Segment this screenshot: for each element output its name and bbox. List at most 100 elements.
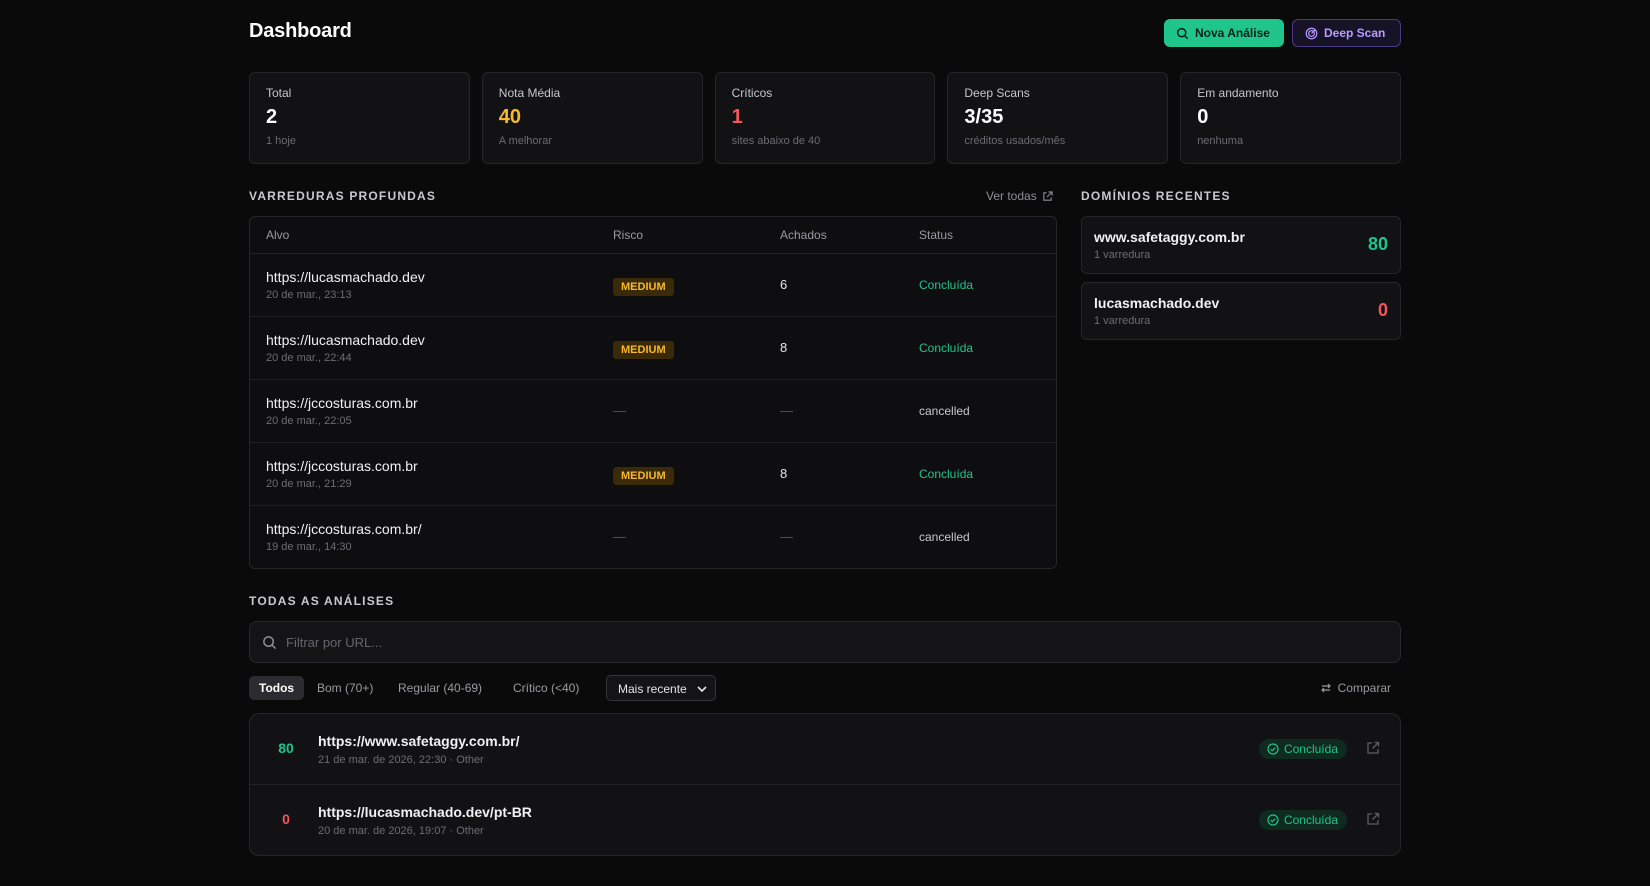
table-row[interactable]: https://jccosturas.com.br 20 de mar., 22… (250, 380, 1056, 443)
filter-chip-all[interactable]: Todos (249, 676, 305, 700)
stat-label: Em andamento (1197, 86, 1279, 100)
domain-name: www.safetaggy.com.br (1094, 229, 1245, 245)
findings-count: 8 (780, 466, 788, 481)
stat-value: 1 (731, 106, 743, 128)
stat-sub: 1 hoje (266, 135, 296, 147)
target-date: 20 de mar., 22:05 (266, 415, 352, 427)
target-cell: https://jccosturas.com.br 20 de mar., 22… (266, 395, 418, 427)
compare-button[interactable]: Comparar (1320, 681, 1391, 695)
analysis-url: https://lucasmachado.dev/pt-BR (318, 804, 532, 820)
list-item[interactable]: 0 https://lucasmachado.dev/pt-BR 20 de m… (250, 785, 1400, 855)
filter-bar: Todos Bom (70+) Regular (40-69) Crítico … (249, 675, 1401, 701)
table-row[interactable]: https://lucasmachado.dev 20 de mar., 22:… (250, 317, 1056, 380)
analysis-url: https://www.safetaggy.com.br/ (318, 733, 520, 749)
status-text: Concluída (919, 341, 974, 355)
filter-chip-regular[interactable]: Regular (40-69) (388, 676, 492, 700)
stat-value: 0 (1197, 106, 1209, 128)
findings-empty: — (780, 529, 793, 544)
chevron-down-icon (697, 686, 707, 693)
domain-name: lucasmachado.dev (1094, 295, 1220, 311)
sort-select[interactable]: Mais recente (606, 675, 716, 701)
analysis-meta: 21 de mar. de 2026, 22:30 · Other (318, 754, 484, 766)
target-cell: https://jccosturas.com.br/ 19 de mar., 1… (266, 521, 422, 553)
column-header-risco: Risco (613, 228, 644, 242)
table-row[interactable]: https://lucasmachado.dev 20 de mar., 23:… (250, 254, 1056, 317)
stat-sub: A melhorar (498, 135, 552, 147)
analysis-score: 0 (282, 811, 290, 827)
stat-sub: nenhuma (1197, 135, 1244, 147)
risk-badge: MEDIUM (613, 467, 674, 485)
domain-card[interactable]: www.safetaggy.com.br 1 varredura 80 (1081, 216, 1401, 274)
findings-empty: — (780, 403, 793, 418)
domain-score: 80 (1367, 234, 1388, 254)
status-text: cancelled (919, 404, 970, 418)
risk-cell: MEDIUM (613, 466, 674, 485)
target-url: https://lucasmachado.dev (266, 332, 425, 348)
check-circle-icon (1267, 814, 1279, 826)
deep-scan-label: Deep Scan (1324, 26, 1386, 40)
stat-card-in-progress: Em andamento 0 nenhuma (1180, 72, 1401, 164)
deep-scans-table: Alvo Risco Achados Status https://lucasm… (249, 216, 1057, 569)
column-header-achados: Achados (780, 228, 827, 242)
risk-cell: MEDIUM (613, 340, 674, 359)
target-date: 20 de mar., 23:13 (266, 289, 352, 301)
target-cell: https://lucasmachado.dev 20 de mar., 23:… (266, 269, 425, 301)
filter-chip-critical[interactable]: Crítico (<40) (503, 676, 589, 700)
stats-row: Total 2 1 hoje Nota Média 40 A melhorar … (249, 72, 1401, 164)
target-date: 19 de mar., 14:30 (266, 541, 352, 553)
status-badge-label: Concluída (1283, 742, 1338, 756)
target-cell: https://lucasmachado.dev 20 de mar., 22:… (266, 332, 425, 364)
domain-score: 0 (1377, 300, 1388, 320)
analysis-meta: 20 de mar. de 2026, 19:07 · Other (318, 825, 484, 837)
external-link-icon[interactable] (1366, 741, 1380, 755)
stat-label: Nota Média (498, 86, 561, 100)
table-row[interactable]: https://jccosturas.com.br 20 de mar., 21… (250, 443, 1056, 506)
stat-sub: créditos usados/mês (964, 135, 1066, 147)
status-badge-label: Concluída (1283, 813, 1338, 827)
new-analysis-button[interactable]: Nova Análise (1164, 19, 1284, 47)
status-text: Concluída (919, 467, 974, 481)
risk-cell: MEDIUM (613, 277, 674, 296)
risk-badge: MEDIUM (613, 278, 674, 296)
status-badge: Concluída (1258, 739, 1347, 759)
risk-empty: — (613, 529, 626, 544)
stat-label: Críticos (731, 86, 773, 100)
stat-value: 2 (266, 106, 278, 128)
domain-card[interactable]: lucasmachado.dev 1 varredura 0 (1081, 282, 1401, 340)
deep-scans-title: VARREDURAS PROFUNDAS (249, 189, 437, 203)
url-filter-input[interactable] (286, 622, 1386, 662)
findings-count: 8 (780, 340, 788, 355)
external-link-icon[interactable] (1366, 812, 1380, 826)
page-title: Dashboard (249, 20, 352, 42)
check-circle-icon (1267, 743, 1279, 755)
column-header-status: Status (919, 228, 954, 242)
stat-value: 40 (498, 106, 522, 128)
table-row[interactable]: https://jccosturas.com.br/ 19 de mar., 1… (250, 506, 1056, 568)
url-filter-field[interactable] (249, 621, 1401, 663)
compare-arrows-icon (1320, 683, 1331, 693)
risk-empty: — (613, 403, 626, 418)
compare-label: Comparar (1337, 681, 1391, 695)
all-analyses-title: TODAS AS ANÁLISES (249, 594, 395, 608)
external-link-icon (1042, 190, 1053, 201)
status-text: Concluída (919, 278, 974, 292)
domain-scan-count: 1 varredura (1094, 315, 1151, 327)
stat-value: 3/35 (964, 106, 1004, 128)
filter-chip-good[interactable]: Bom (70+) (307, 676, 383, 700)
list-item[interactable]: 80 https://www.safetaggy.com.br/ 21 de m… (250, 714, 1400, 785)
stat-card-average: Nota Média 40 A melhorar (481, 72, 703, 164)
findings-count: 6 (780, 277, 788, 292)
analysis-score: 80 (278, 740, 294, 756)
sort-selected-value: Mais recente (618, 682, 687, 696)
domain-scan-count: 1 varredura (1094, 249, 1151, 261)
target-url: https://jccosturas.com.br/ (266, 521, 422, 537)
see-all-label: Ver todas (986, 189, 1037, 203)
stat-card-deep-scans: Deep Scans 3/35 créditos usados/mês (947, 72, 1169, 164)
see-all-link[interactable]: Ver todas (986, 189, 1053, 203)
stat-sub: sites abaixo de 40 (731, 135, 821, 147)
new-analysis-label: Nova Análise (1195, 26, 1270, 40)
search-icon (1176, 27, 1189, 39)
page-header: Dashboard Nova Análise Deep Scan (249, 18, 1401, 48)
deep-scan-button[interactable]: Deep Scan (1292, 19, 1401, 47)
table-header: Alvo Risco Achados Status (250, 217, 1056, 254)
